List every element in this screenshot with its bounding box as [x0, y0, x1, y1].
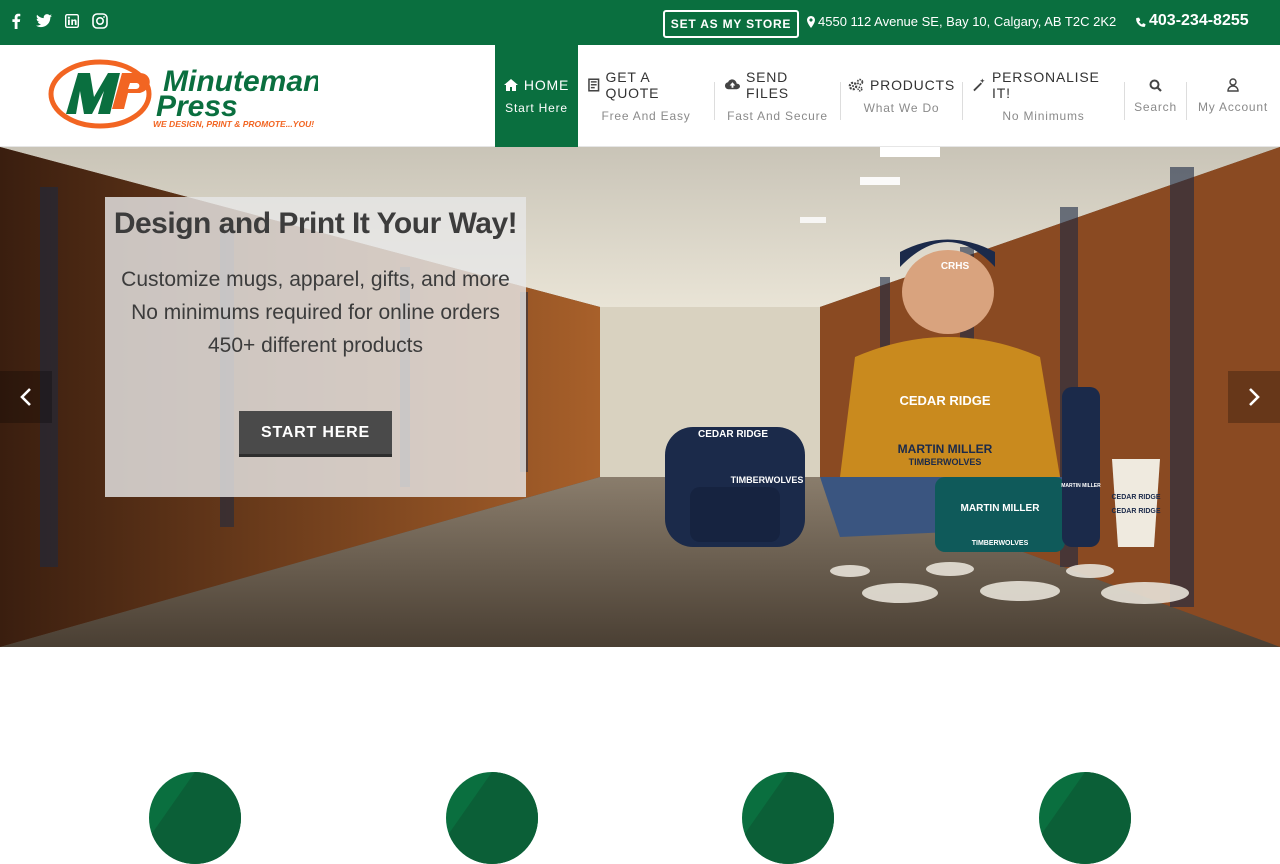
user-icon [1227, 78, 1239, 92]
chevron-left-icon [20, 388, 31, 406]
nav-home-sub: Start Here [505, 101, 568, 115]
hoodie-text-2: MARTIN MILLER [898, 442, 993, 456]
hero-carousel: CEDAR RIDGE TIMBERWOLVES CRHS CEDAR RIDG… [0, 147, 1280, 647]
nav-personalise-label: PERSONALISE IT! [992, 69, 1100, 101]
store-address[interactable]: 4550 112 Avenue SE, Bay 10, Calgary, AB … [807, 14, 1116, 29]
map-marker-icon [807, 15, 815, 28]
feature-icon-1[interactable] [149, 772, 241, 864]
nav-quote-label: GET A QUOTE [605, 69, 660, 101]
nav-home-label: HOME [523, 77, 570, 93]
nav-personalise-sub: No Minimums [1002, 109, 1085, 123]
cup-text-2: CEDAR RIDGE [1111, 508, 1160, 515]
set-as-my-store-button[interactable]: SET AS MY STORE [663, 10, 799, 38]
pouch-text-2: TIMBERWOLVES [972, 540, 1029, 547]
nav-products-label: PRODUCTS [870, 77, 955, 93]
magic-wand-icon [973, 78, 985, 92]
feature-icon-2[interactable] [446, 772, 538, 864]
cloud-upload-icon [725, 79, 740, 90]
cup-text-1: CEDAR RIDGE [1111, 494, 1160, 501]
hoodie-text-1: CEDAR RIDGE [899, 393, 990, 408]
hero-caption-box: Design and Print It Your Way! Customize … [105, 197, 526, 497]
gears-icon [848, 78, 864, 92]
nav-products-sub: What We Do [863, 101, 940, 115]
nav-products[interactable]: PRODUCTS What We Do [841, 45, 962, 147]
nav-search-label: Search [1134, 99, 1177, 114]
facebook-icon[interactable] [6, 10, 26, 32]
start-here-button[interactable]: START HERE [239, 411, 392, 457]
phone-icon [1136, 17, 1146, 27]
bottle-text: MARTIN MILLER [1061, 483, 1101, 489]
phone-number: 403-234-8255 [1149, 12, 1249, 29]
feature-icon-4[interactable] [1039, 772, 1131, 864]
cap-text: CRHS [941, 261, 970, 272]
instagram-icon[interactable] [90, 10, 110, 32]
nav-personalise-it[interactable]: PERSONALISE IT! No Minimums [963, 45, 1124, 147]
main-nav: HOME Start Here GET A QUOTE Free And Eas… [495, 45, 1279, 147]
nav-send-files-sub: Fast And Secure [727, 109, 828, 123]
nav-search[interactable]: Search [1125, 45, 1186, 147]
backpack-text-2: TIMBERWOLVES [731, 475, 804, 485]
hero-description: Customize mugs, apparel, gifts, and more… [105, 263, 526, 362]
home-icon [503, 79, 518, 91]
twitter-icon[interactable] [34, 10, 54, 32]
hero-line-1: Customize mugs, apparel, gifts, and more [121, 268, 510, 291]
hero-line-3: 450+ different products [207, 334, 423, 357]
hoodie-text-3: TIMBERWOLVES [909, 457, 982, 467]
nav-my-account-label: My Account [1197, 100, 1269, 114]
nav-get-a-quote[interactable]: GET A QUOTE Free And Easy [578, 45, 714, 147]
social-links [6, 10, 110, 32]
address-text: 4550 112 Avenue SE, Bay 10, Calgary, AB … [818, 14, 1117, 29]
nav-home[interactable]: HOME Start Here [495, 45, 578, 147]
nav-send-files-label: SEND FILES [745, 69, 789, 101]
minuteman-press-logo[interactable]: Minuteman Press WE DESIGN, PRINT & PROMO… [48, 59, 321, 131]
hero-title: Design and Print It Your Way! [113, 207, 518, 240]
search-icon [1149, 79, 1162, 92]
site-header: Minuteman Press WE DESIGN, PRINT & PROMO… [0, 45, 1280, 147]
store-phone[interactable]: 403-234-8255 [1135, 12, 1249, 30]
nav-quote-sub: Free And Easy [601, 109, 691, 123]
backpack-text-1: CEDAR RIDGE [698, 429, 768, 440]
linkedin-icon[interactable] [62, 10, 82, 32]
feature-icon-3[interactable] [742, 772, 834, 864]
feature-icons-row [0, 647, 1280, 864]
nav-my-account[interactable]: My Account [1187, 45, 1279, 147]
carousel-next-button[interactable] [1228, 371, 1280, 423]
top-bar: SET AS MY STORE 4550 112 Avenue SE, Bay … [0, 0, 1280, 45]
logo-tagline: WE DESIGN, PRINT & PROMOTE...YOU! [153, 119, 314, 129]
chevron-right-icon [1249, 388, 1260, 406]
pouch-text-1: MARTIN MILLER [961, 503, 1041, 514]
nav-send-files[interactable]: SEND FILES Fast And Secure [715, 45, 840, 147]
carousel-prev-button[interactable] [0, 371, 52, 423]
quote-icon [588, 78, 600, 92]
hero-line-2: No minimums required for online orders [131, 301, 500, 324]
